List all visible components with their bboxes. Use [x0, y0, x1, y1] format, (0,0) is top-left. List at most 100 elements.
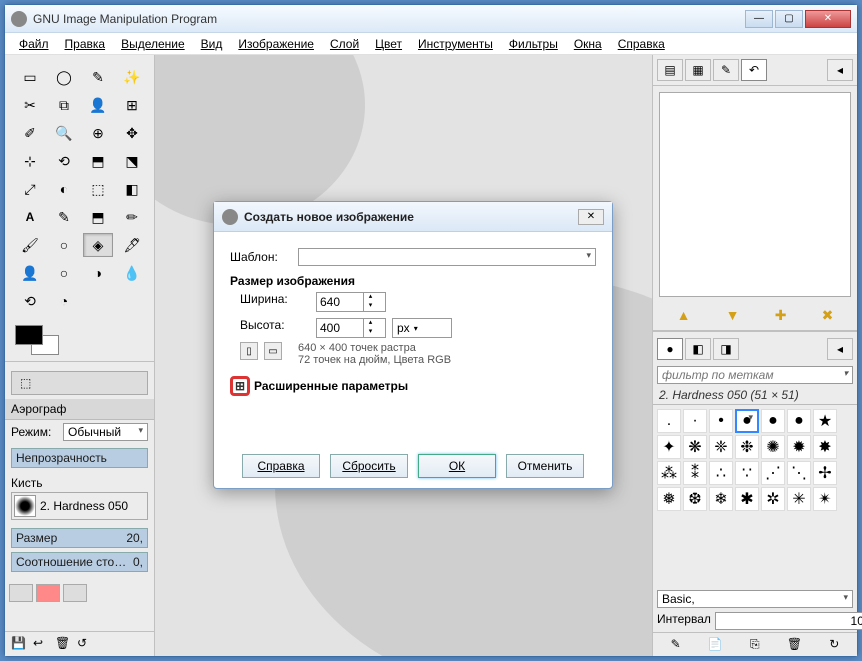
tool-rotate[interactable]: ⟲ [49, 149, 79, 173]
menu-file[interactable]: Файл [13, 35, 55, 53]
ratio-slider[interactable]: Соотношение сто…0, [11, 552, 148, 572]
tool-free-select[interactable]: ✎ [83, 65, 113, 89]
brush-item[interactable]: ✴ [813, 487, 837, 511]
bottom-tab-2[interactable] [36, 584, 60, 602]
tool-eraser[interactable]: ○ [49, 233, 79, 257]
tool-move[interactable]: ✥ [117, 121, 147, 145]
menu-color[interactable]: Цвет [369, 35, 408, 53]
tool-measure[interactable]: ⊕ [83, 121, 113, 145]
nav-up-icon[interactable]: ▲ [677, 307, 691, 324]
brush-item[interactable]: ❄ [709, 487, 733, 511]
layers-tab[interactable]: ▤ [657, 59, 683, 81]
channels-tab[interactable]: ▦ [685, 59, 711, 81]
tool-text[interactable]: A [15, 205, 45, 229]
tool-clone[interactable]: 👤 [15, 261, 45, 285]
brush-item[interactable]: ● [787, 409, 811, 433]
menu-edit[interactable]: Правка [59, 35, 112, 53]
tool-dodge[interactable]: ◔ [49, 289, 79, 313]
maximize-button[interactable]: ▢ [775, 10, 803, 28]
restore-options-icon[interactable]: ↩ [33, 636, 49, 652]
tool-paths[interactable]: 👤 [83, 93, 113, 117]
unit-select[interactable]: px [392, 318, 452, 338]
tool-scissors[interactable]: ✂ [15, 93, 45, 117]
help-button[interactable]: Справка [242, 454, 320, 478]
tool-ink[interactable]: 🖋 [117, 233, 147, 257]
brush-selector[interactable]: 2. Hardness 050 [11, 492, 148, 520]
brush-item[interactable]: ✺ [761, 435, 785, 459]
brush-item[interactable]: ✹ [787, 435, 811, 459]
new-brush-icon[interactable]: 📄 [708, 637, 723, 652]
brush-item[interactable]: ✱ [735, 487, 759, 511]
edit-brush-icon[interactable]: ✎ [671, 637, 681, 652]
menu-help[interactable]: Справка [612, 35, 671, 53]
refresh-brush-icon[interactable]: ↻ [829, 637, 839, 652]
tool-zoom[interactable]: 🔍 [49, 121, 79, 145]
brush-item[interactable]: ∴ [709, 461, 733, 485]
brush-item[interactable]: ❈ [709, 435, 733, 459]
minimize-button[interactable]: — [745, 10, 773, 28]
tool-color-picker[interactable]: ⊞ [117, 93, 147, 117]
menu-select[interactable]: Выделение [115, 35, 191, 53]
tool-cage[interactable]: ⬚ [83, 177, 113, 201]
tool-flip[interactable]: ◐ [49, 177, 79, 201]
interval-input[interactable] [715, 612, 862, 630]
nav-new-icon[interactable]: ✚ [775, 307, 787, 324]
menu-filters[interactable]: Фильтры [503, 35, 564, 53]
tool-blur[interactable]: 💧 [117, 261, 147, 285]
brush-item[interactable]: ❆ [683, 487, 707, 511]
navigation-preview[interactable] [659, 92, 851, 297]
tool-paintbrush[interactable]: 🖌 [15, 233, 45, 257]
tool-crop[interactable]: ◧ [117, 177, 147, 201]
size-slider[interactable]: Размер20, [11, 528, 148, 548]
tool-foreground[interactable]: ⧉ [49, 93, 79, 117]
close-button[interactable]: ✕ [805, 10, 851, 28]
duplicate-brush-icon[interactable]: ⎘ [750, 637, 760, 652]
patterns-tab[interactable]: ◧ [685, 338, 711, 360]
brush-item[interactable]: ⋰ [761, 461, 785, 485]
dock-tab-tool-options[interactable]: ⬚ [11, 371, 148, 395]
brush-item[interactable]: ★ [813, 409, 837, 433]
brush-item[interactable]: · [683, 409, 707, 433]
brushes-tab[interactable]: ● [657, 338, 683, 360]
portrait-button[interactable]: ▯ [240, 342, 258, 360]
brush-item[interactable]: ❋ [683, 435, 707, 459]
width-input[interactable]: ▴▾ [316, 292, 386, 312]
brush-preset-select[interactable]: Basic, [657, 590, 853, 608]
ok-button[interactable]: ОК [418, 454, 496, 478]
tool-shear[interactable]: ⬔ [117, 149, 147, 173]
tool-smudge[interactable]: ⟲ [15, 289, 45, 313]
configure-tab-icon[interactable]: ◂ [827, 59, 853, 81]
tool-perspective[interactable]: ⤢ [15, 177, 45, 201]
tool-scale[interactable]: ⬒ [83, 149, 113, 173]
brush-item[interactable]: ● [735, 409, 759, 433]
gradients-tab[interactable]: ◨ [713, 338, 739, 360]
landscape-button[interactable]: ▭ [264, 342, 282, 360]
fg-bg-swatch[interactable] [15, 325, 59, 355]
tool-ellipse-select[interactable]: ◯ [49, 65, 79, 89]
brush-item[interactable]: . [657, 409, 681, 433]
brush-item[interactable]: ✦ [657, 435, 681, 459]
brush-configure-icon[interactable]: ◂ [827, 338, 853, 360]
mode-select[interactable]: Обычный [63, 423, 148, 441]
tool-rect-select[interactable]: ▭ [15, 65, 45, 89]
opacity-slider[interactable]: Непрозрачность [11, 448, 148, 468]
brush-item[interactable]: ❅ [657, 487, 681, 511]
menu-view[interactable]: Вид [195, 35, 229, 53]
brush-item[interactable]: ✳ [787, 487, 811, 511]
brush-item[interactable]: ⁂ [657, 461, 681, 485]
reset-options-icon[interactable]: ↺ [77, 636, 93, 652]
brush-grid[interactable]: . · • ● ● ● ★ ✦ ❋ ❈ ❉ ✺ ✹ ✸ ⁂ ⁑ ∴ ∵ ⋰ ⋱ [653, 405, 857, 588]
undo-history-tab[interactable]: ↶ [741, 59, 767, 81]
brush-item[interactable]: ✲ [761, 487, 785, 511]
cancel-button[interactable]: Отменить [506, 454, 584, 478]
expand-icon[interactable]: ⊞ [230, 376, 250, 396]
menu-layer[interactable]: Слой [324, 35, 365, 53]
tag-filter[interactable]: фильтр по меткам [657, 366, 853, 384]
tool-perspective-clone[interactable]: ◑ [83, 261, 113, 285]
brush-item[interactable]: ● [761, 409, 785, 433]
paths-tab[interactable]: ✎ [713, 59, 739, 81]
brush-item[interactable]: ✸ [813, 435, 837, 459]
tool-blend[interactable]: ⬒ [83, 205, 113, 229]
brush-item[interactable]: ✢ [813, 461, 837, 485]
advanced-expander[interactable]: ⊞ Расширенные параметры [230, 376, 596, 396]
